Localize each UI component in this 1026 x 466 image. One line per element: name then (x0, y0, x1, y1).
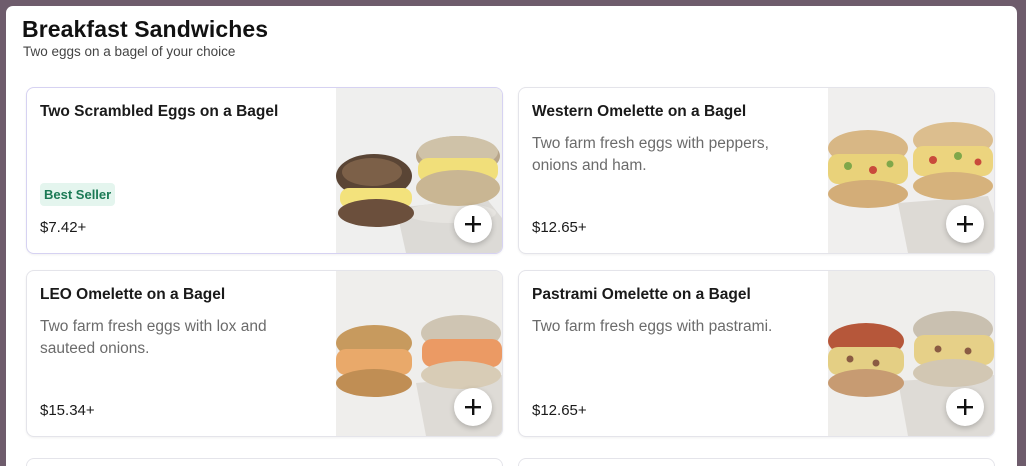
menu-item-price: $7.42+ (40, 219, 87, 236)
menu-section-panel: Breakfast Sandwiches Two eggs on a bagel… (6, 6, 1017, 466)
menu-item-description: Two farm fresh eggs with pastrami. (532, 318, 773, 335)
plus-icon (465, 399, 481, 415)
menu-item-card-leo-omelette[interactable]: LEO Omelette on a Bagel Two farm fresh e… (26, 270, 503, 437)
plus-icon (465, 216, 481, 232)
menu-item-name: Western Omelette on a Bagel (532, 103, 747, 120)
menu-item-name: LEO Omelette on a Bagel (40, 286, 226, 303)
add-to-cart-button[interactable] (946, 205, 984, 243)
menu-item-card-partial[interactable] (26, 458, 503, 466)
menu-item-price: $15.34+ (40, 402, 95, 419)
add-to-cart-button[interactable] (454, 205, 492, 243)
menu-item-card-western-omelette[interactable]: Western Omelette on a Bagel Two farm fre… (518, 87, 995, 254)
add-to-cart-button[interactable] (454, 388, 492, 426)
menu-item-price: $12.65+ (532, 402, 587, 419)
add-to-cart-button[interactable] (946, 388, 984, 426)
menu-item-card-scrambled-eggs[interactable]: Two Scrambled Eggs on a Bagel Best Selle… (26, 87, 503, 254)
menu-item-price: $12.65+ (532, 219, 587, 236)
menu-item-name: Two Scrambled Eggs on a Bagel (40, 103, 279, 120)
section-title: Breakfast Sandwiches (22, 16, 269, 42)
menu-item-card-pastrami-omelette[interactable]: Pastrami Omelette on a Bagel Two farm fr… (518, 270, 995, 437)
menu-item-description: Two farm fresh eggs with peppers, onions… (532, 135, 769, 174)
best-seller-badge: Best Seller (40, 183, 116, 206)
plus-icon (957, 216, 973, 232)
plus-icon (957, 399, 973, 415)
section-subtitle: Two eggs on a bagel of your choice (23, 44, 236, 59)
menu-item-card-partial[interactable] (518, 458, 995, 466)
menu-item-description: Two farm fresh eggs with lox and sauteed… (40, 318, 267, 357)
menu-item-name: Pastrami Omelette on a Bagel (532, 286, 751, 303)
